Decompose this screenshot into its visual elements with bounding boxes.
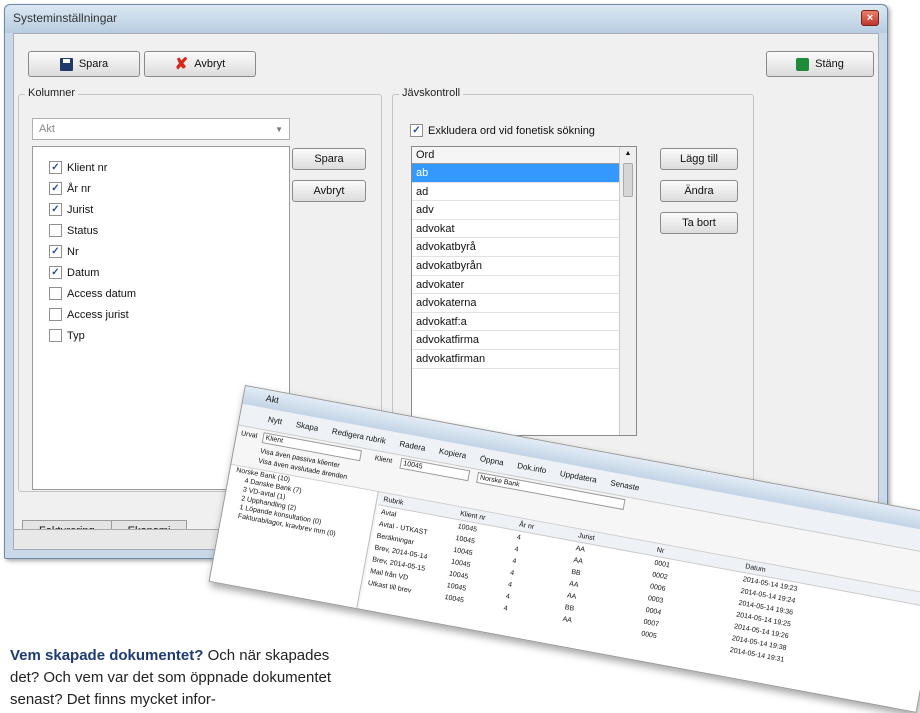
columns-group-label: Kolumner [25, 87, 79, 99]
checkbox[interactable]: ✓ [49, 203, 62, 216]
save-button[interactable]: Spara [28, 51, 140, 77]
checkbox[interactable]: ✓ [49, 245, 62, 258]
columns-combo[interactable]: Akt ▼ [32, 118, 290, 140]
ribbon-copy[interactable]: Kopiera [438, 447, 467, 461]
exit-icon [796, 57, 810, 71]
list-item[interactable]: advokatbyrå [412, 238, 636, 257]
list-item[interactable]: advokater [412, 276, 636, 295]
add-word-button[interactable]: Lägg till [660, 148, 738, 170]
word-list-header: Ord [412, 147, 636, 164]
column-item[interactable]: ✓ Jurist [49, 203, 93, 216]
column-item[interactable]: Status [49, 224, 98, 237]
ribbon-delete[interactable]: Radera [399, 439, 426, 453]
ribbon-refresh[interactable]: Uppdatera [559, 469, 597, 485]
column-item[interactable]: Typ [49, 329, 85, 342]
column-label: Jurist [67, 203, 94, 216]
jav-group-label: Jävskontroll [399, 87, 464, 99]
delete-word-button[interactable]: Ta bort [660, 212, 738, 234]
column-label: Datum [67, 266, 100, 279]
cancel-button-label: Avbryt [194, 58, 226, 70]
ribbon-new[interactable]: Nytt [267, 415, 283, 426]
column-item[interactable]: ✓ Nr [49, 245, 79, 258]
cancel-button[interactable]: ✘ Avbryt [144, 51, 256, 77]
list-item[interactable]: advokatfirma [412, 331, 636, 350]
columns-cancel-label: Avbryt [313, 185, 345, 197]
window-title: Systeminställningar [13, 11, 118, 25]
ribbon-create[interactable]: Skapa [295, 420, 319, 433]
columns-cancel-button[interactable]: Avbryt [292, 180, 366, 202]
checkbox[interactable] [49, 308, 62, 321]
checkbox[interactable] [49, 287, 62, 300]
list-item[interactable]: advokatf:a [412, 313, 636, 332]
ribbon-edit-title[interactable]: Redigera rubrik [331, 427, 386, 446]
article-caption: Vem skapade dokumentet? Och när skapades… [10, 645, 350, 711]
checkbox[interactable]: ✓ [49, 161, 62, 174]
checkbox[interactable]: ✓ [49, 266, 62, 279]
columns-save-label: Spara [314, 153, 344, 165]
list-item[interactable]: advokatbyrån [412, 257, 636, 276]
column-label: Klient nr [67, 161, 108, 174]
word-list-scrollbar[interactable]: ▲ [619, 147, 636, 435]
scroll-up-icon[interactable]: ▲ [620, 147, 636, 157]
ribbon-open[interactable]: Öppna [479, 454, 504, 467]
column-label: Nr [67, 245, 79, 258]
exclude-phonetic-label: Exkludera ord vid fonetisk sökning [428, 124, 595, 137]
column-item[interactable]: ✓ År nr [49, 182, 91, 195]
list-item[interactable]: adv [412, 201, 636, 220]
checkbox[interactable] [49, 224, 62, 237]
klient-label: Klient [374, 454, 393, 466]
columns-combo-value: Akt [39, 123, 55, 135]
ribbon-docinfo[interactable]: Dok.info [517, 461, 548, 475]
close-window-button[interactable]: × [861, 10, 879, 26]
checkbox[interactable]: ✓ [410, 124, 423, 137]
list-item[interactable]: advokatfirman [412, 350, 636, 369]
column-label: År nr [67, 182, 91, 195]
word-list: Ord ab ad adv advokat advokatbyrå advoka… [411, 146, 637, 436]
column-label: Typ [67, 329, 85, 342]
ribbon-latest[interactable]: Senaste [610, 478, 641, 492]
checkbox[interactable] [49, 329, 62, 342]
column-item[interactable]: ✓ Datum [49, 266, 99, 279]
list-item[interactable]: advokaterna [412, 294, 636, 313]
list-item[interactable]: ad [412, 183, 636, 202]
caption-lead: Vem skapade dokumentet? [10, 647, 204, 664]
cross-icon: ✘ [174, 56, 189, 73]
column-label: Status [67, 224, 99, 237]
list-item[interactable]: advokat [412, 220, 636, 239]
edit-word-button[interactable]: Ändra [660, 180, 738, 202]
list-item[interactable]: ab [412, 164, 636, 183]
scroll-thumb[interactable] [623, 163, 633, 197]
column-item[interactable]: Access datum [49, 287, 136, 300]
delete-word-label: Ta bort [682, 217, 716, 229]
save-button-label: Spara [78, 58, 109, 70]
columns-save-button[interactable]: Spara [292, 148, 366, 170]
column-item[interactable]: Access jurist [49, 308, 129, 321]
column-label: Access jurist [67, 308, 129, 321]
column-label: Access datum [67, 287, 137, 300]
column-item[interactable]: ✓ Klient nr [49, 161, 107, 174]
edit-word-label: Ändra [684, 185, 714, 197]
floppy-icon [59, 57, 73, 71]
urval-label: Urval [240, 430, 258, 441]
case-tree: Norske Bank (10) 4 Danske Bank (7) 3 VD-… [209, 464, 379, 611]
exclude-phonetic-option[interactable]: ✓ Exkludera ord vid fonetisk sökning [410, 124, 595, 137]
close-button-label: Stäng [815, 58, 844, 70]
chevron-down-icon: ▼ [275, 125, 283, 134]
add-word-label: Lägg till [680, 153, 718, 165]
title-bar: Systeminställningar × [5, 5, 887, 33]
checkbox[interactable]: ✓ [49, 182, 62, 195]
close-button[interactable]: Stäng [766, 51, 874, 77]
